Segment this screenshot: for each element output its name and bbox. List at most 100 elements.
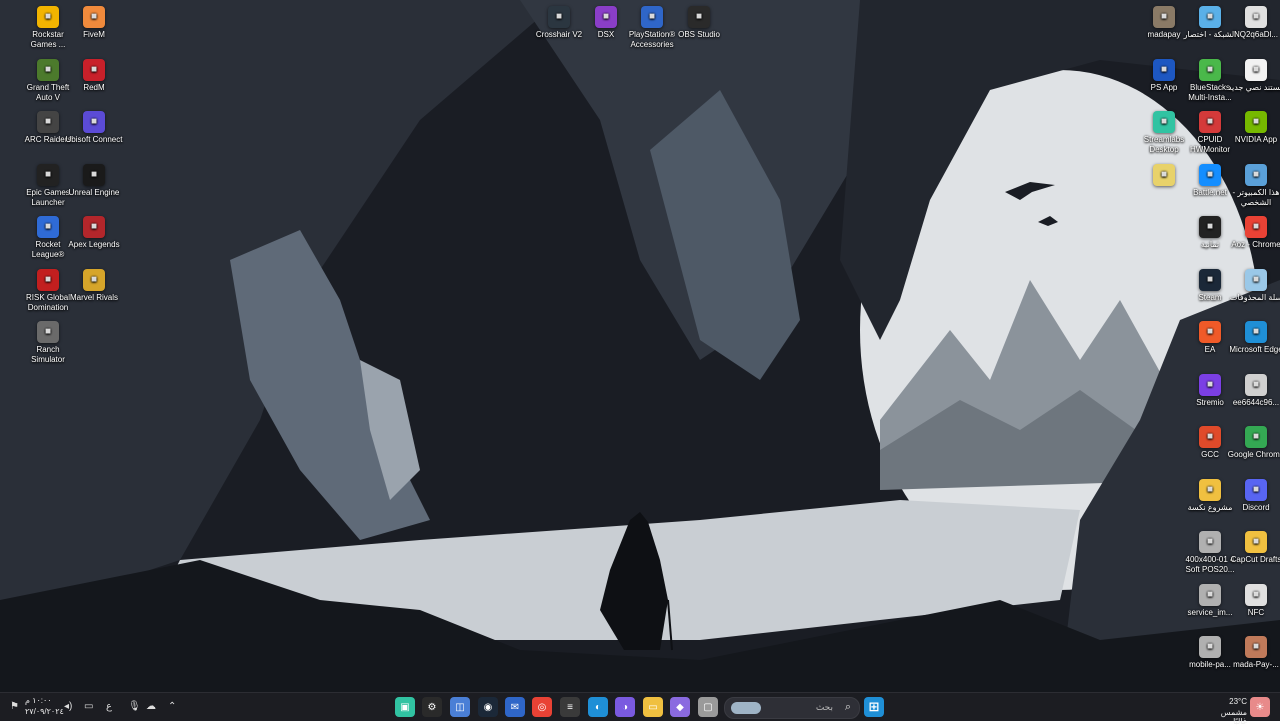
steam-task-button[interactable]: ◉ <box>478 697 498 717</box>
steam-task-icon: ◉ <box>483 701 493 713</box>
redm-icon: ■ <box>83 59 105 81</box>
madapay-icon: ■ <box>1153 6 1175 28</box>
streamlabs-task-icon: ▣ <box>400 701 410 713</box>
search-icon: ⌕ <box>844 701 851 713</box>
desktop-icon-label: OBS Studio <box>678 30 720 39</box>
chrome-task-button[interactable]: ◎ <box>532 697 552 717</box>
desktop-icon-label: Ranch Simulator <box>31 345 65 364</box>
desktop-icon-label: Google Chrome <box>1227 450 1280 459</box>
desktop-icon-nvidia[interactable]: ■ NVIDIA App <box>1227 111 1280 145</box>
chrome-icon: ■ <box>1245 216 1267 238</box>
search-placeholder: بحث <box>815 702 833 712</box>
this-pc-icon: ■ <box>1245 164 1267 186</box>
arc-raiders-icon: ■ <box>37 111 59 133</box>
desktop-icon-newdoc[interactable]: ■ مستند نصي جديد <box>1227 59 1280 93</box>
language-indicator[interactable]: ع <box>106 701 112 712</box>
desktop-icon-redm[interactable]: ■ RedM <box>65 59 123 93</box>
window-task-icon: ▢ <box>703 701 713 713</box>
app-task-blue-button[interactable]: ◫ <box>450 697 470 717</box>
hwmonitor-icon: ■ <box>1199 111 1221 133</box>
window-task-button[interactable]: ▢ <box>698 697 718 717</box>
edge-task-button[interactable]: ◐ <box>588 697 608 717</box>
desktop-icon-label: Microsoft Edge <box>1229 345 1280 354</box>
desktop-icon-label: FiveM <box>83 30 105 39</box>
desktop-icon-ranch[interactable]: ■ Ranch Simulator <box>19 321 77 365</box>
desktop-icon-edge[interactable]: ■ Microsoft Edge <box>1227 321 1280 355</box>
search-box[interactable]: بحث ⌕ <box>724 697 860 719</box>
desktop-icon-nq[interactable]: ■ NQ2q6aDl... <box>1227 6 1280 40</box>
onedrive-icon[interactable]: ☁ <box>146 701 156 712</box>
microphone-icon[interactable]: 🎙 <box>128 701 141 712</box>
thamania-icon: ■ <box>1199 216 1221 238</box>
clock-time[interactable]: ١٠:٠٠ م <box>25 696 52 705</box>
desktop-icon-label: سلة المحذوفات <box>1229 293 1280 302</box>
ubisoft-icon: ■ <box>83 111 105 133</box>
desktop-icon-apex[interactable]: ■ Apex Legends <box>65 216 123 250</box>
mail-task-button[interactable]: ✉ <box>505 697 525 717</box>
folder-icon: ■ <box>1199 479 1221 501</box>
unreal-engine-icon: ■ <box>83 164 105 186</box>
weather-icon[interactable]: ☀ <box>1250 697 1270 717</box>
ea-icon: ■ <box>1199 321 1221 343</box>
image-file-icon: ■ <box>1199 636 1221 658</box>
desktop-icon-ubisoft[interactable]: ■ Ubisoft Connect <box>65 111 123 145</box>
desktop-icon-fivem[interactable]: ■ FiveM <box>65 6 123 40</box>
notes-task-button[interactable]: ≡ <box>560 697 580 717</box>
epic-games-icon: ■ <box>37 164 59 186</box>
desktop-icon-aoz[interactable]: ■ Aoz - Chrome <box>1227 216 1280 250</box>
desktop-icon-discord[interactable]: ■ Discord <box>1227 479 1280 513</box>
weather-temp[interactable]: 23°C <box>1207 697 1247 706</box>
discord-task-icon: ◑ <box>621 701 629 713</box>
file-icon: ■ <box>1245 584 1267 606</box>
desktop-icon-gchrome[interactable]: ■ Google Chrome <box>1227 426 1280 460</box>
copilot-task-button[interactable]: ◆ <box>670 697 690 717</box>
desktop-icon-marvel[interactable]: ■ Marvel Rivals <box>65 269 123 303</box>
desktop-wallpaper <box>0 0 1280 692</box>
display-icon[interactable]: ▭ <box>84 701 93 712</box>
settings-task-icon: ⚙ <box>427 701 437 713</box>
edge-icon: ■ <box>1245 321 1267 343</box>
desktop-icon-label: NVIDIA App <box>1234 135 1278 144</box>
app-task-blue-icon: ◫ <box>455 701 465 713</box>
rocket-league-icon: ■ <box>37 216 59 238</box>
notepad-icon: ■ <box>1153 164 1175 186</box>
desktop-icon-obs[interactable]: ■ OBS Studio <box>670 6 728 40</box>
folder-icon: ■ <box>1245 531 1267 553</box>
battlenet-icon: ■ <box>1199 164 1221 186</box>
desktop-icon-label: NFC <box>1247 608 1265 617</box>
streamlabs-task-button[interactable]: ▣ <box>395 697 415 717</box>
desktop-icon-label: Unreal Engine <box>68 188 120 197</box>
apex-legends-icon: ■ <box>83 216 105 238</box>
desktop-icon-nfc[interactable]: ■ NFC <box>1227 584 1280 618</box>
desktop-icon-madapay2[interactable]: ■ mada-Pay-... <box>1227 636 1280 670</box>
clock-date[interactable]: ٢٧/٠٩/٢٠٢٤ <box>25 707 64 716</box>
start-button[interactable]: ⊞ <box>864 697 884 717</box>
explorer-task-button[interactable]: ▭ <box>643 697 663 717</box>
desktop-icon-label: ee6644c96... <box>1232 398 1280 407</box>
desktop-icon-label: Marvel Rivals <box>69 293 118 302</box>
settings-task-button[interactable]: ⚙ <box>422 697 442 717</box>
file-icon: ■ <box>1245 374 1267 396</box>
desktop-icon-unreal[interactable]: ■ Unreal Engine <box>65 164 123 198</box>
volume-icon[interactable]: ◂) <box>64 701 72 712</box>
notification-icon[interactable]: ⚑ <box>10 701 19 712</box>
chrome-task-icon: ◎ <box>537 701 547 713</box>
file-icon: ■ <box>1245 6 1267 28</box>
weather-desc[interactable]: مشمس غالبًا <box>1207 708 1247 726</box>
crosshair-icon: ■ <box>548 6 570 28</box>
streamlabs-icon: ■ <box>1153 111 1175 133</box>
search-highlight-icon <box>731 702 761 714</box>
stremio-icon: ■ <box>1199 374 1221 396</box>
desktop-icon-ee6644[interactable]: ■ ee6644c96... <box>1227 374 1280 408</box>
bluestacks-icon: ■ <box>1199 59 1221 81</box>
discord-task-button[interactable]: ◑ <box>615 697 635 717</box>
image-file-icon: ■ <box>1245 636 1267 658</box>
windows-icon: ⊞ <box>868 699 880 714</box>
desktop-icon-label: Discord <box>1242 503 1270 512</box>
marvel-rivals-icon: ■ <box>83 269 105 291</box>
desktop-icon-thispc[interactable]: ■ هذا الكمبيوتر - الشخصي <box>1227 164 1280 208</box>
desktop-icon-recycle[interactable]: ■ سلة المحذوفات <box>1227 269 1280 303</box>
notes-task-icon: ≡ <box>567 701 573 713</box>
chevron-up-icon[interactable]: ⌃ <box>168 701 176 712</box>
desktop-icon-capcut[interactable]: ■ CapCut Drafts <box>1227 531 1280 565</box>
